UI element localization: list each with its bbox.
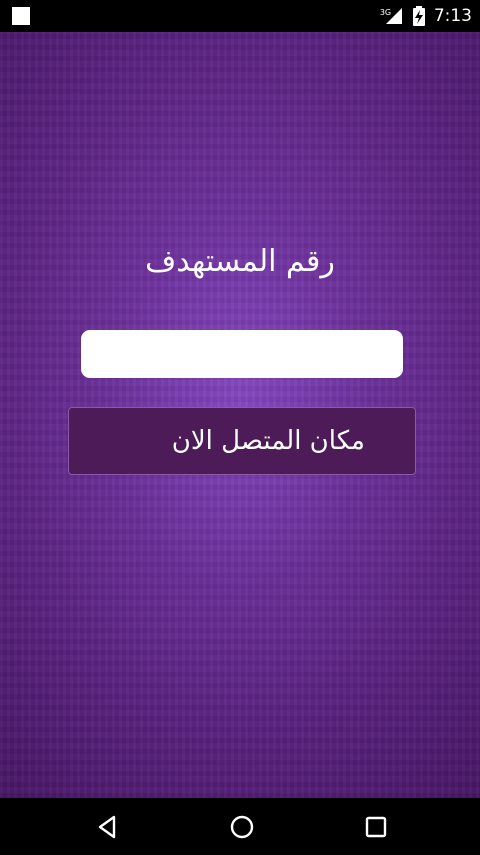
back-icon [98,815,116,838]
battery-charging-icon [412,5,426,27]
main-content: رقم المستهدف مكان المتصل الان [0,32,480,798]
target-number-label: رقم المستهدف [145,244,335,279]
network-type-label: 3G [379,8,392,17]
home-button[interactable] [197,798,287,855]
recents-icon [365,816,387,837]
navigation-bar [0,798,480,855]
target-number-input[interactable] [81,330,403,378]
signal-icon: 3G [379,5,406,27]
notification-icon [12,7,30,25]
home-icon [230,815,254,838]
app-screen: 3G 7:13 رقم المستهدف مكان المتصل الان [0,0,480,855]
status-icons: 3G 7:13 [379,0,472,32]
locate-caller-button[interactable]: مكان المتصل الان [68,407,416,475]
status-time: 7:13 [433,6,472,26]
back-button[interactable] [63,798,153,855]
recents-button[interactable] [331,798,421,855]
status-bar: 3G 7:13 [0,0,480,32]
